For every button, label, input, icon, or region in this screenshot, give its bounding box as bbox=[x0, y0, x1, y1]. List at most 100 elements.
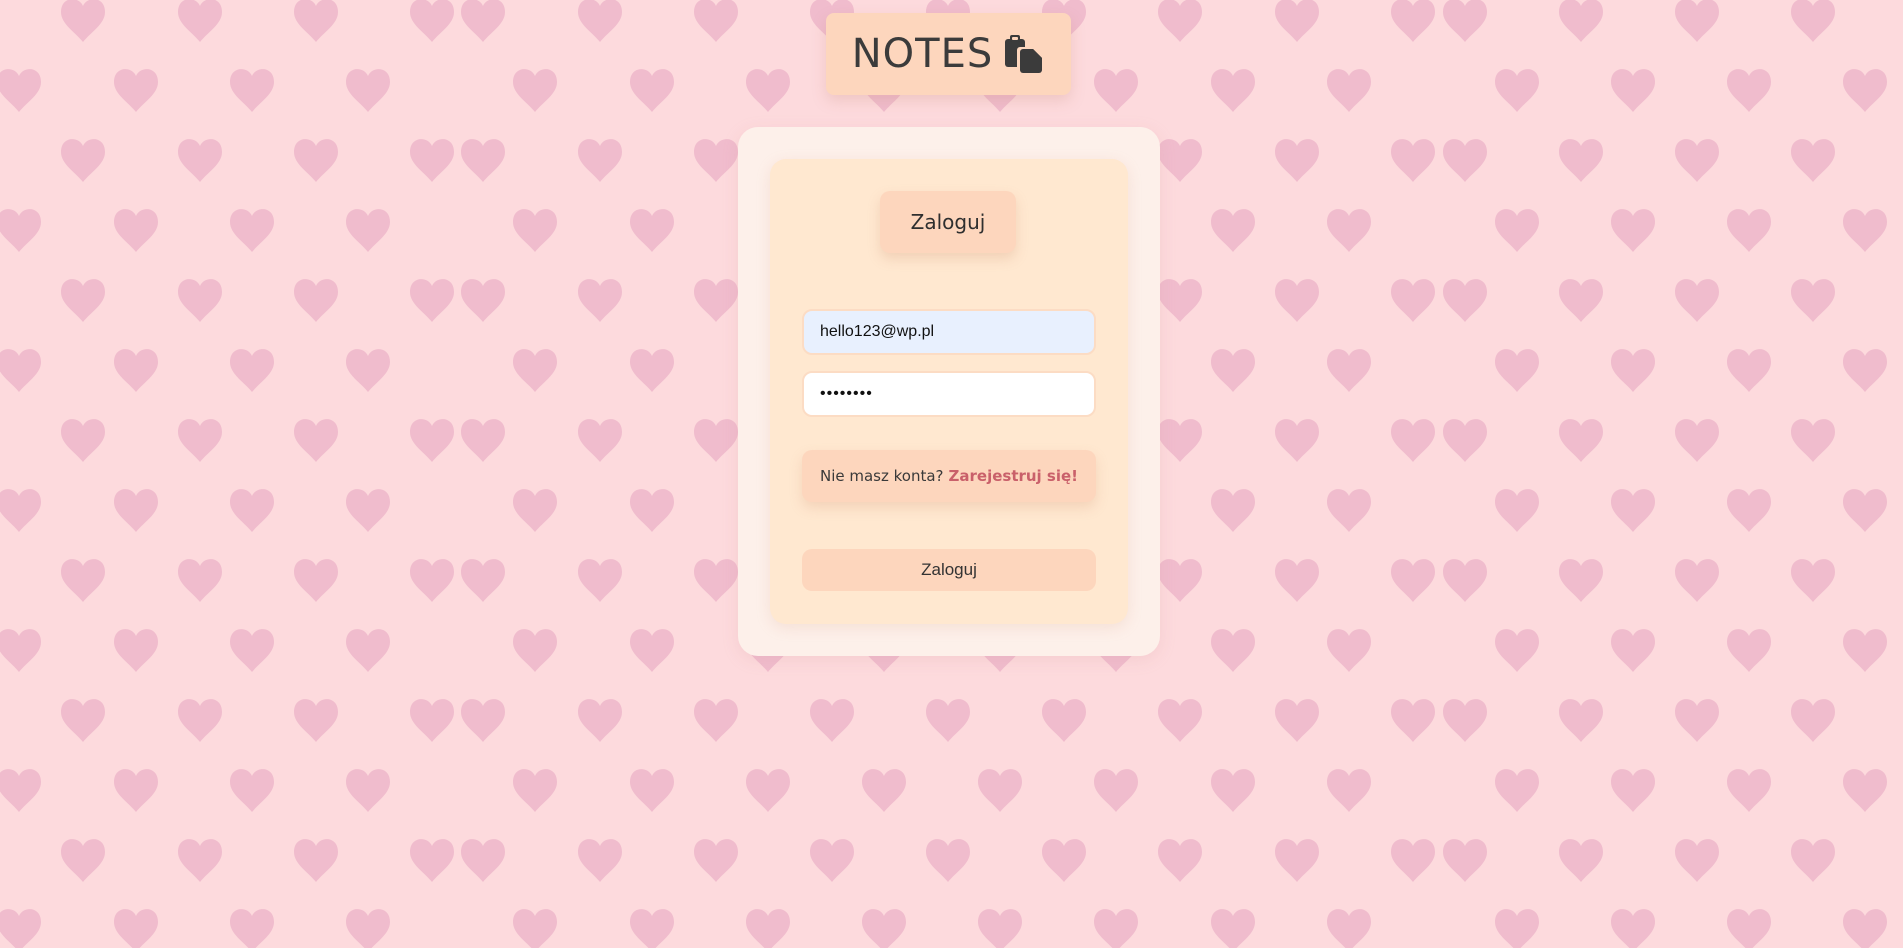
heart-icon bbox=[1559, 419, 1603, 462]
heart-icon bbox=[978, 769, 1022, 812]
heart-icon bbox=[461, 699, 505, 742]
heart-icon bbox=[346, 629, 390, 672]
heart-icon bbox=[1843, 349, 1887, 392]
heart-icon bbox=[630, 69, 674, 112]
email-field[interactable] bbox=[802, 309, 1096, 355]
heart-icon bbox=[1158, 419, 1202, 462]
heart-icon bbox=[810, 839, 854, 882]
heart-icon bbox=[694, 0, 738, 42]
heart-icon bbox=[578, 839, 622, 882]
heart-icon bbox=[1727, 769, 1771, 812]
heart-icon bbox=[1158, 559, 1202, 602]
heart-icon bbox=[1675, 699, 1719, 742]
heart-icon bbox=[1158, 699, 1202, 742]
heart-icon bbox=[1211, 209, 1255, 252]
heart-icon bbox=[461, 419, 505, 462]
heart-icon bbox=[513, 489, 557, 532]
heart-icon bbox=[410, 139, 454, 182]
heart-icon bbox=[114, 489, 158, 532]
heart-icon bbox=[1275, 699, 1319, 742]
login-submit-button[interactable]: Zaloguj bbox=[802, 549, 1096, 591]
heart-icon bbox=[1611, 209, 1655, 252]
heart-icon bbox=[630, 489, 674, 532]
heart-icon bbox=[926, 699, 970, 742]
heart-icon bbox=[461, 139, 505, 182]
heart-icon bbox=[294, 839, 338, 882]
heart-icon bbox=[61, 0, 105, 42]
heart-icon bbox=[114, 69, 158, 112]
heart-icon bbox=[461, 279, 505, 322]
password-field[interactable] bbox=[802, 371, 1096, 417]
heart-icon bbox=[1391, 699, 1435, 742]
heart-icon bbox=[1443, 559, 1487, 602]
heart-icon bbox=[346, 209, 390, 252]
app-title: NOTES bbox=[851, 31, 994, 77]
register-link[interactable]: Zarejestruj się! bbox=[949, 467, 1079, 485]
heart-icon bbox=[230, 349, 274, 392]
heart-icon bbox=[1791, 699, 1835, 742]
heart-icon bbox=[461, 559, 505, 602]
heart-icon bbox=[1791, 279, 1835, 322]
heart-icon bbox=[1559, 0, 1603, 42]
heart-icon bbox=[578, 0, 622, 42]
heart-icon bbox=[1495, 209, 1539, 252]
heart-icon bbox=[1275, 139, 1319, 182]
heart-icon bbox=[1094, 909, 1138, 948]
heart-icon bbox=[513, 909, 557, 948]
heart-icon bbox=[1391, 139, 1435, 182]
heart-icon bbox=[1495, 69, 1539, 112]
heart-icon bbox=[1843, 769, 1887, 812]
heart-icon bbox=[1211, 349, 1255, 392]
heart-icon bbox=[1211, 629, 1255, 672]
heart-icon bbox=[862, 909, 906, 948]
heart-icon bbox=[513, 769, 557, 812]
heart-icon bbox=[1391, 559, 1435, 602]
heart-icon bbox=[346, 69, 390, 112]
heart-icon bbox=[1843, 629, 1887, 672]
heart-icon bbox=[1559, 139, 1603, 182]
heart-icon bbox=[1611, 629, 1655, 672]
heart-icon bbox=[294, 699, 338, 742]
heart-icon bbox=[694, 559, 738, 602]
clipboard-copy-icon bbox=[1003, 33, 1045, 75]
heart-icon bbox=[1791, 839, 1835, 882]
heart-icon bbox=[1327, 349, 1371, 392]
heart-icon bbox=[294, 419, 338, 462]
heart-icon bbox=[294, 0, 338, 42]
app-brand-badge: NOTES bbox=[826, 13, 1071, 95]
heart-icon bbox=[1443, 139, 1487, 182]
heart-icon bbox=[1443, 839, 1487, 882]
heart-icon bbox=[1391, 419, 1435, 462]
heart-icon bbox=[230, 629, 274, 672]
login-card-frame: Zaloguj Nie masz konta? Zarejestruj się!… bbox=[738, 127, 1160, 656]
heart-icon bbox=[1042, 699, 1086, 742]
heart-icon bbox=[61, 559, 105, 602]
heart-icon bbox=[694, 279, 738, 322]
heart-icon bbox=[630, 209, 674, 252]
heart-icon bbox=[230, 909, 274, 948]
heart-icon bbox=[1791, 419, 1835, 462]
heart-icon bbox=[1327, 629, 1371, 672]
heart-icon bbox=[1791, 0, 1835, 42]
heart-icon bbox=[61, 839, 105, 882]
heart-icon bbox=[1211, 489, 1255, 532]
heart-icon bbox=[230, 209, 274, 252]
heart-icon bbox=[1675, 279, 1719, 322]
heart-icon bbox=[230, 769, 274, 812]
heart-icon bbox=[178, 279, 222, 322]
heart-icon bbox=[294, 279, 338, 322]
heart-icon bbox=[694, 699, 738, 742]
heart-icon bbox=[1391, 839, 1435, 882]
heart-icon bbox=[1443, 419, 1487, 462]
heart-icon bbox=[1675, 839, 1719, 882]
heart-icon bbox=[1495, 349, 1539, 392]
heart-icon bbox=[1675, 559, 1719, 602]
heart-icon bbox=[1675, 139, 1719, 182]
heart-icon bbox=[61, 279, 105, 322]
heart-icon bbox=[178, 699, 222, 742]
heart-icon bbox=[1843, 909, 1887, 948]
heart-icon bbox=[1727, 909, 1771, 948]
heart-icon bbox=[926, 839, 970, 882]
heart-icon bbox=[346, 489, 390, 532]
heart-icon bbox=[630, 629, 674, 672]
